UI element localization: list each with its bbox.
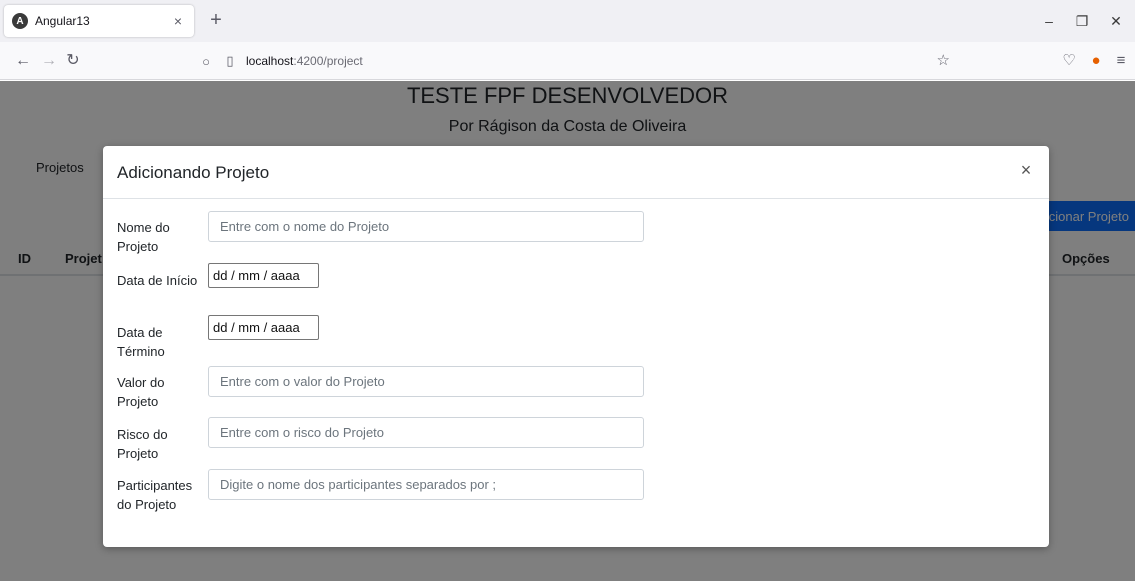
window-close-button[interactable]: ✕ xyxy=(1102,10,1130,32)
angular-icon: A xyxy=(12,13,28,29)
url-bar[interactable]: ○ ▯ localhost:4200/project ☆ xyxy=(190,48,960,74)
label-nome: Nome do Projeto xyxy=(117,220,170,254)
minimize-button[interactable]: – xyxy=(1035,10,1063,32)
valor-input[interactable] xyxy=(208,366,644,397)
browser-tab[interactable]: A Angular13 × xyxy=(4,5,194,37)
browser-tabbar: A Angular13 × + – ❐ ✕ xyxy=(0,0,1135,42)
nome-input[interactable] xyxy=(208,211,644,242)
url-host: localhost xyxy=(246,54,294,68)
risco-input[interactable] xyxy=(208,417,644,448)
inicio-date-input[interactable]: dd / mm / aaaa xyxy=(208,263,319,288)
modal-header: Adicionando Projeto × xyxy=(103,146,1049,199)
termino-date-input[interactable]: dd / mm / aaaa xyxy=(208,315,319,340)
label-participantes: Participantes do Projeto xyxy=(117,478,193,512)
label-inicio: Data de Início xyxy=(117,273,198,288)
restore-button[interactable]: ❐ xyxy=(1068,10,1096,32)
label-termino: Data de Término xyxy=(117,325,165,359)
label-valor: Valor do Projeto xyxy=(117,375,165,409)
shield-icon: ○ xyxy=(202,53,210,69)
profile-icon[interactable]: ● xyxy=(1085,50,1107,72)
menu-icon[interactable]: ≡ xyxy=(1110,50,1132,72)
forward-icon[interactable]: → xyxy=(38,50,60,72)
browser-navbar: ← → ↻ ○ ▯ localhost:4200/project ☆ ♡ ● ≡ xyxy=(0,42,1135,80)
new-tab-button[interactable]: + xyxy=(204,9,228,33)
label-risco: Risco do Projeto xyxy=(117,427,168,461)
add-project-modal: Adicionando Projeto × Nome do Projeto Da… xyxy=(103,146,1049,547)
pocket-icon[interactable]: ♡ xyxy=(1058,50,1080,72)
tab-title: Angular13 xyxy=(35,14,90,28)
reload-icon[interactable]: ↻ xyxy=(62,50,84,72)
close-icon[interactable]: × xyxy=(1017,161,1035,179)
star-icon[interactable]: ☆ xyxy=(937,51,950,69)
modal-title: Adicionando Projeto xyxy=(117,163,270,182)
page-icon: ▯ xyxy=(226,53,234,68)
url-path: :4200/project xyxy=(293,54,363,68)
tab-close-icon[interactable]: × xyxy=(170,13,186,29)
back-icon[interactable]: ← xyxy=(12,50,34,72)
participantes-input[interactable] xyxy=(208,469,644,500)
